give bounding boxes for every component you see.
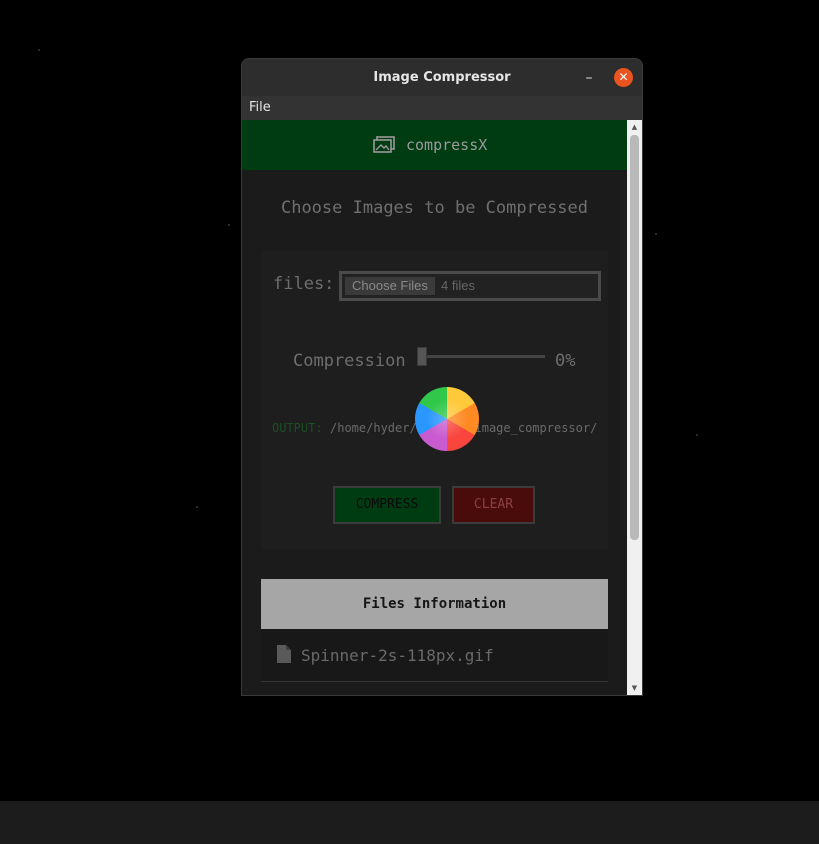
- scroll-up-arrow-icon[interactable]: ▲: [627, 122, 642, 132]
- compression-label: Compression: [293, 351, 406, 371]
- menu-file[interactable]: File: [249, 96, 271, 120]
- page-heading: Choose Images to be Compressed: [280, 198, 589, 218]
- close-icon: ✕: [618, 70, 629, 84]
- compression-slider-thumb[interactable]: [417, 347, 427, 366]
- app-header: compressX: [242, 120, 627, 170]
- compress-button[interactable]: COMPRESS: [333, 486, 441, 524]
- desktop-speck: [228, 224, 230, 226]
- output-label: OUTPUT:: [272, 421, 323, 435]
- close-button[interactable]: ✕: [614, 68, 633, 87]
- compression-value: 0%: [555, 351, 576, 371]
- images-icon: [373, 136, 395, 153]
- minimize-icon: –: [585, 70, 593, 86]
- desktop-speck: [38, 49, 40, 51]
- scrollbar-thumb[interactable]: [630, 135, 639, 540]
- vertical-scrollbar[interactable]: ▲ ▼: [627, 120, 642, 695]
- desktop-speck: [196, 506, 198, 508]
- app-window: Image Compressor – ✕ File compressX Choo…: [242, 59, 642, 695]
- scroll-down-arrow-icon[interactable]: ▼: [627, 683, 642, 693]
- files-information-header: Files Information: [261, 579, 608, 629]
- compression-slider-track[interactable]: [419, 355, 545, 358]
- clear-button[interactable]: CLEAR: [452, 486, 535, 524]
- file-input[interactable]: Choose Files 4 files: [339, 271, 601, 301]
- title-bar[interactable]: Image Compressor – ✕: [242, 59, 642, 96]
- taskbar: [0, 801, 819, 844]
- desktop-speck: [696, 434, 698, 436]
- file-count: 4 files: [441, 278, 475, 293]
- file-icon: [277, 645, 291, 663]
- menu-bar: File: [242, 96, 642, 120]
- file-row: Spinner-2s-118px.gif: [261, 629, 608, 682]
- minimize-button[interactable]: –: [580, 69, 598, 87]
- desktop-speck: [655, 233, 657, 235]
- brand-name: compressX: [406, 136, 488, 154]
- files-label: files:: [273, 274, 335, 294]
- choose-files-button[interactable]: Choose Files: [345, 277, 435, 295]
- busy-spinner-highlight: [415, 387, 479, 451]
- file-name: Spinner-2s-118px.gif: [301, 646, 494, 665]
